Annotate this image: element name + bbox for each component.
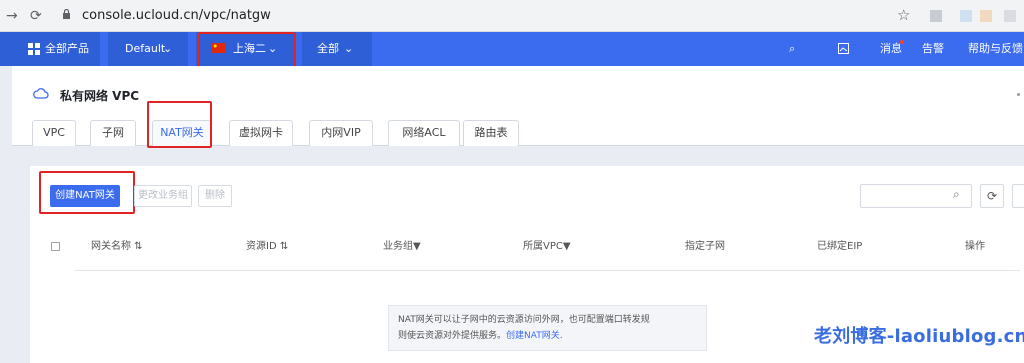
column-vpc[interactable]: 所属VPC▼ bbox=[523, 241, 571, 253]
extension-icon[interactable] bbox=[980, 10, 992, 22]
extension-icon[interactable] bbox=[930, 10, 942, 22]
delete-button[interactable]: 删除 bbox=[198, 185, 232, 207]
help-feedback-link[interactable]: 帮助与反馈 bbox=[968, 42, 1023, 56]
filter-icon[interactable]: ▼ bbox=[563, 241, 571, 252]
cloud-icon bbox=[33, 88, 49, 99]
tab-subnet[interactable]: 子网 bbox=[90, 120, 136, 146]
column-actions: 操作 bbox=[965, 241, 985, 252]
tab-vpc[interactable]: VPC bbox=[32, 120, 76, 146]
grid-icon bbox=[28, 43, 40, 55]
sort-icon[interactable]: ⇅ bbox=[277, 241, 288, 252]
select-all-checkbox[interactable] bbox=[51, 242, 60, 251]
empty-state-text-2: 则使云资源对外提供服务。创建NAT网关. bbox=[398, 331, 563, 341]
create-nat-gateway-link[interactable]: 创建NAT网关. bbox=[506, 331, 563, 341]
all-products-menu[interactable]: 全部产品 bbox=[45, 42, 89, 56]
extension-icon[interactable] bbox=[960, 10, 972, 22]
tab-route-table[interactable]: 路由表 bbox=[463, 120, 519, 146]
tab-virtual-nic[interactable]: 虚拟网卡 bbox=[229, 120, 293, 146]
highlight-tab bbox=[147, 101, 212, 148]
filter-icon[interactable]: ▼ bbox=[413, 241, 421, 252]
table-header-divider bbox=[75, 270, 1020, 271]
sort-icon[interactable]: ⇅ bbox=[131, 241, 142, 252]
tab-internal-vip[interactable]: 内网VIP bbox=[309, 120, 373, 146]
alerts-link[interactable]: 告警 bbox=[922, 42, 944, 56]
tab-network-acl[interactable]: 网络ACL bbox=[388, 120, 460, 146]
extension-icon[interactable] bbox=[1004, 10, 1016, 22]
watermark: 老刘博客-laoliublog.cn bbox=[814, 326, 1024, 347]
project-selector[interactable]: Default bbox=[125, 42, 165, 56]
back-icon[interactable]: → bbox=[6, 7, 18, 25]
settings-icon[interactable] bbox=[1012, 184, 1024, 208]
column-subnet: 指定子网 bbox=[685, 241, 725, 252]
change-business-group-button[interactable]: 更改业务组 bbox=[134, 185, 192, 207]
page-title: 私有网络 VPC bbox=[60, 89, 140, 103]
search-icon[interactable]: ⌕ bbox=[789, 42, 795, 56]
reload-icon[interactable]: ⟳ bbox=[30, 7, 42, 25]
column-business-group[interactable]: 业务组▼ bbox=[383, 241, 421, 253]
more-indicator bbox=[1017, 93, 1020, 96]
empty-state bbox=[388, 305, 707, 351]
highlight-create bbox=[39, 171, 135, 214]
chevron-down-icon: ⌄ bbox=[344, 42, 354, 55]
column-bound-eip: 已绑定EIP bbox=[817, 241, 863, 252]
column-resource-id[interactable]: 资源ID ⇅ bbox=[246, 241, 288, 253]
url-text: console.ucloud.cn/vpc/natgw bbox=[82, 8, 271, 23]
notification-dot bbox=[900, 40, 904, 44]
empty-state-text: NAT网关可以让子网中的云资源访问外网，也可配置端口转发规 bbox=[398, 315, 650, 325]
chevron-down-icon: ⌄ bbox=[163, 42, 173, 55]
messages-link[interactable]: 消息 bbox=[880, 42, 902, 56]
bookmark-star-icon[interactable]: ☆ bbox=[897, 6, 910, 24]
column-gateway-name[interactable]: 网关名称 ⇅ bbox=[91, 241, 143, 253]
search-icon[interactable]: ⌕ bbox=[953, 187, 960, 202]
image-icon[interactable] bbox=[838, 43, 849, 54]
refresh-icon[interactable]: ⟳ bbox=[980, 184, 1004, 208]
scope-selector[interactable]: 全部 bbox=[317, 42, 339, 56]
lock-icon bbox=[63, 9, 70, 19]
